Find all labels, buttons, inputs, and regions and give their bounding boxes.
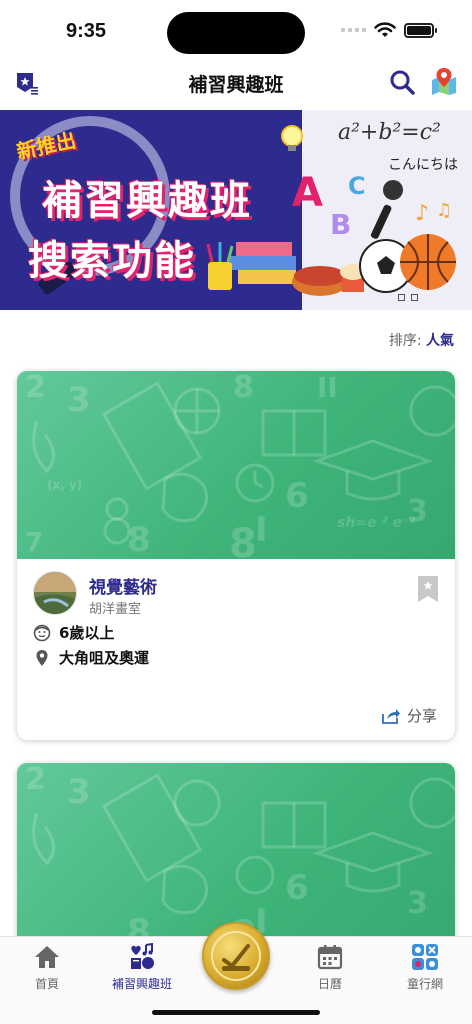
share-icon	[382, 708, 400, 724]
class-card-image: 2 3 8 8 3 6 8 7 sh≈e ² e⁻² (x, y) I II	[17, 371, 455, 559]
promo-banner[interactable]: 新推出 補習興趣班 搜索功能 a²+b²=c² こんにちは A B C ♪ ♫	[0, 110, 472, 310]
sort-label: 排序:	[388, 333, 422, 349]
status-icons	[341, 22, 437, 38]
svg-text:6: 6	[285, 476, 309, 516]
svg-text:2: 2	[25, 371, 46, 405]
letter-b-graphic: B	[330, 208, 351, 241]
tab-calendar[interactable]: 日曆	[285, 943, 375, 992]
signal-icon	[341, 28, 366, 32]
banner-subheadline: 搜索功能	[28, 238, 196, 284]
map-pin-icon[interactable]	[430, 66, 458, 96]
class-card-body: 視覺藝術 胡洋畫室 6歲以上 大角咀及奧運 分享	[17, 559, 455, 740]
tab-home[interactable]: 首頁	[2, 943, 92, 992]
status-bar: 9:35	[0, 0, 472, 62]
svg-text:2: 2	[25, 763, 46, 797]
wifi-icon	[374, 22, 396, 37]
svg-text:♪: ♪	[415, 201, 429, 226]
network-icon	[412, 944, 438, 970]
class-icon	[131, 943, 154, 969]
svg-text:8: 8	[233, 371, 254, 405]
svg-text:(x, y): (x, y)	[47, 478, 82, 492]
location-text: 大角咀及奧運	[59, 649, 150, 667]
banner-page-indicator	[398, 294, 418, 301]
calendar-icon	[317, 945, 343, 970]
education-pattern-graphic: 2 3 8 8 3 6 8 7 sh≈e ² e⁻² (x, y) I II	[25, 371, 455, 559]
child-face-icon	[33, 624, 51, 641]
class-title[interactable]: 視覺藝術	[89, 573, 157, 598]
svg-text:8: 8	[127, 520, 151, 559]
search-icon[interactable]	[388, 68, 416, 96]
letter-a-graphic: A	[292, 170, 323, 216]
svg-text:♫: ♫	[436, 200, 452, 221]
location-pin-icon	[36, 649, 48, 666]
location-info: 大角咀及奧運	[33, 647, 149, 668]
svg-text:6: 6	[285, 868, 309, 908]
tab-network[interactable]: 童行網	[380, 943, 470, 992]
svg-text:3: 3	[67, 772, 91, 812]
share-button[interactable]: 分享	[381, 705, 437, 726]
organization-avatar	[33, 571, 77, 615]
center-action-button[interactable]	[202, 922, 270, 990]
sort-value[interactable]: 人氣	[426, 333, 454, 349]
svg-text:8: 8	[229, 521, 257, 559]
svg-text:3: 3	[407, 886, 428, 921]
svg-text:II: II	[317, 371, 338, 404]
home-icon	[35, 946, 59, 968]
age-text: 6歲以上	[59, 624, 115, 642]
home-indicator	[152, 1010, 320, 1015]
letter-c-graphic: C	[348, 172, 366, 200]
tab-network-label: 童行網	[406, 977, 443, 991]
gold-badge-icon	[211, 931, 261, 981]
status-time: 9:35	[66, 20, 107, 42]
svg-text:I: I	[255, 510, 268, 550]
dynamic-island	[167, 12, 305, 54]
sort-control[interactable]: 排序: 人氣	[389, 330, 454, 350]
svg-text:3: 3	[67, 380, 91, 420]
tab-calendar-label: 日曆	[317, 977, 342, 991]
battery-icon	[404, 22, 437, 38]
bookmark-icon[interactable]	[417, 575, 439, 603]
tab-home-label: 首頁	[34, 977, 59, 991]
share-label: 分享	[406, 707, 437, 725]
svg-text:7: 7	[25, 528, 43, 558]
nav-header: 補習興趣班	[0, 62, 472, 110]
class-card[interactable]: 2 3 8 8 3 6 8 7 sh≈e ² e⁻² (x, y) I II 視…	[17, 371, 455, 740]
banner-illustration: A B C ♪ ♫	[206, 125, 456, 296]
tab-classes-label: 補習興趣班	[111, 977, 172, 991]
tab-classes[interactable]: 補習興趣班	[97, 943, 187, 992]
svg-text:sh≈e ² e⁻²: sh≈e ² e⁻²	[337, 515, 416, 531]
organization-name: 胡洋畫室	[89, 602, 142, 617]
age-requirement: 6歲以上	[33, 622, 114, 643]
